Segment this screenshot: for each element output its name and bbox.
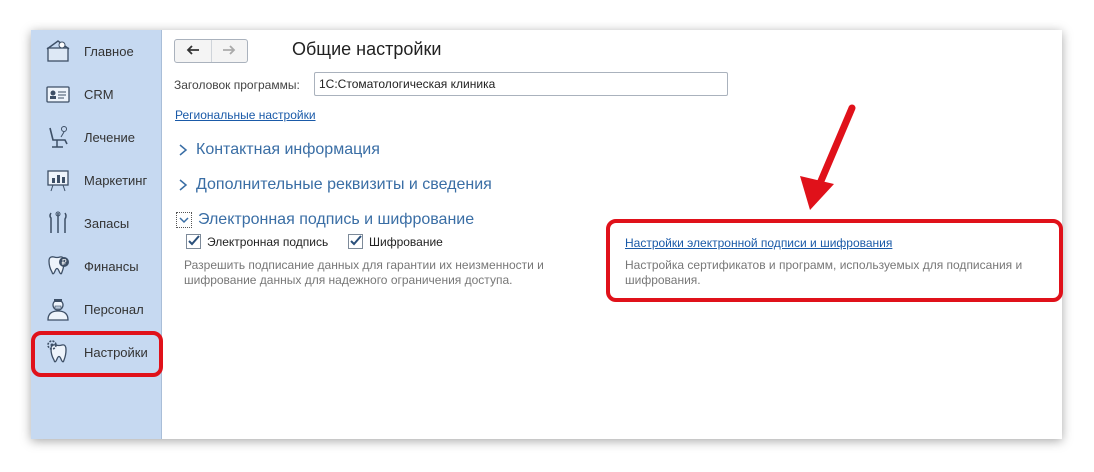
sidebar-item-label: CRM (84, 87, 114, 102)
history-nav (174, 39, 248, 63)
chevron-right-icon (176, 178, 190, 192)
signature-checkbox-row[interactable]: Электронная подпись (186, 234, 328, 249)
sidebar-item-settings[interactable]: Настройки (31, 335, 161, 371)
group-title: Дополнительные реквизиты и сведения (196, 176, 492, 193)
sidebar-item-stock[interactable]: Запасы (31, 206, 161, 242)
main-panel: Общие настройки Заголовок программы: Рег… (162, 30, 1062, 439)
forward-button[interactable] (210, 40, 248, 62)
svg-text:₽: ₽ (61, 258, 66, 267)
sidebar-item-treatment[interactable]: Лечение (31, 120, 161, 156)
sidebar-item-label: Персонал (84, 302, 144, 317)
sidebar-item-label: Настройки (84, 345, 148, 360)
doctor-icon (45, 296, 71, 322)
sidebar-item-crm[interactable]: CRM (31, 77, 161, 113)
sidebar-item-label: Запасы (84, 216, 130, 231)
encryption-checkbox[interactable] (348, 234, 363, 249)
app-window: Главное CRM Лечение Маркетинг Запасы ₽ Ф… (31, 30, 1062, 439)
signature-settings-description: Настройка сертификатов и программ, испол… (625, 258, 1023, 287)
program-title-label: Заголовок программы: (174, 78, 300, 92)
group-title: Электронная подпись и шифрование (198, 211, 475, 228)
encryption-checkbox-row[interactable]: Шифрование (348, 234, 443, 249)
tooth-home-icon (45, 38, 71, 64)
regional-settings-link[interactable]: Региональные настройки (175, 108, 316, 122)
id-card-icon (45, 81, 71, 107)
arrow-right-icon (222, 42, 236, 60)
signature-settings-link[interactable]: Настройки электронной подписи и шифрован… (625, 236, 892, 250)
signature-checkbox-label: Электронная подпись (207, 234, 329, 249)
sidebar-item-staff[interactable]: Персонал (31, 292, 161, 328)
chevron-down-icon (176, 212, 192, 228)
encryption-checkbox-label: Шифрование (369, 234, 443, 249)
back-button[interactable] (175, 40, 211, 62)
signature-description: Разрешить подписание данных для гарантии… (184, 258, 544, 287)
sidebar-item-marketing[interactable]: Маркетинг (31, 163, 161, 199)
presentation-chart-icon (45, 167, 71, 193)
sidebar-item-label: Главное (84, 44, 134, 59)
sidebar-item-main[interactable]: Главное (31, 34, 161, 70)
signature-checkbox[interactable] (186, 234, 201, 249)
dental-chair-icon (45, 124, 71, 150)
sidebar: Главное CRM Лечение Маркетинг Запасы ₽ Ф… (31, 30, 162, 439)
sidebar-item-label: Маркетинг (84, 173, 148, 188)
page-title: Общие настройки (292, 39, 442, 59)
sidebar-item-label: Лечение (84, 130, 136, 145)
tooth-gear-icon (45, 339, 71, 365)
annotation-arrow (800, 104, 856, 210)
tooth-coin-icon: ₽ (45, 253, 71, 279)
sidebar-item-finance[interactable]: ₽ Финансы (31, 249, 161, 285)
group-contact-info[interactable]: Контактная информация (176, 139, 380, 161)
group-title: Контактная информация (196, 141, 380, 158)
arrow-left-icon (186, 42, 200, 60)
sidebar-item-label: Финансы (84, 259, 139, 274)
dental-tools-icon (45, 210, 71, 236)
program-title-input[interactable] (314, 72, 728, 96)
group-additional-details[interactable]: Дополнительные реквизиты и сведения (176, 174, 492, 196)
chevron-right-icon (176, 143, 190, 157)
group-signature-encryption[interactable]: Электронная подпись и шифрование (176, 209, 474, 231)
